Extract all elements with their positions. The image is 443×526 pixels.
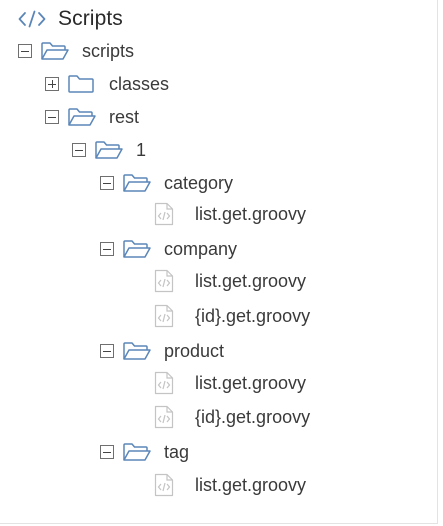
tree-node-rest[interactable]: rest — [45, 103, 139, 131]
folder-closed-icon — [68, 75, 94, 93]
folder-label: product — [164, 340, 225, 361]
folder-label: 1 — [136, 139, 147, 160]
file-label: list.get.groovy — [195, 270, 307, 291]
scripts-panel: Scripts scripts classes rest 1 category … — [0, 0, 438, 524]
folder-open-icon — [123, 443, 151, 461]
tree-file[interactable]: list.get.groovy — [154, 471, 306, 499]
tree-node-1[interactable]: 1 — [72, 136, 146, 164]
file-label: list.get.groovy — [195, 474, 307, 495]
folder-label: scripts — [82, 40, 135, 61]
file-label: {id}.get.groovy — [195, 305, 311, 326]
code-brackets-icon — [18, 10, 46, 28]
code-file-icon — [154, 202, 174, 226]
code-file-icon — [154, 269, 174, 293]
tree-file[interactable]: list.get.groovy — [154, 369, 306, 397]
expand-toggle[interactable] — [45, 77, 59, 91]
folder-label: rest — [109, 106, 140, 127]
tree-node-tag[interactable]: tag — [100, 438, 189, 466]
code-file-icon — [154, 304, 174, 328]
folder-open-icon — [123, 174, 151, 192]
tree-node-company[interactable]: company — [100, 235, 237, 263]
collapse-toggle[interactable] — [45, 110, 59, 124]
code-file-icon — [154, 371, 174, 395]
tree-file[interactable]: {id}.get.groovy — [154, 302, 310, 330]
collapse-toggle[interactable] — [18, 44, 32, 58]
code-file-icon — [154, 473, 174, 497]
folder-open-icon — [68, 108, 96, 126]
file-label: list.get.groovy — [195, 203, 307, 224]
collapse-toggle[interactable] — [100, 344, 114, 358]
tree-node-product[interactable]: product — [100, 337, 224, 365]
panel-title: Scripts — [58, 7, 123, 30]
folder-open-icon — [95, 141, 123, 159]
tree-file[interactable]: list.get.groovy — [154, 200, 306, 228]
folder-open-icon — [123, 240, 151, 258]
code-file-icon — [154, 405, 174, 429]
folder-open-icon — [41, 42, 69, 60]
tree-file[interactable]: {id}.get.groovy — [154, 403, 310, 431]
collapse-toggle[interactable] — [100, 445, 114, 459]
folder-label: company — [164, 238, 238, 259]
file-label: list.get.groovy — [195, 372, 307, 393]
folder-open-icon — [123, 342, 151, 360]
file-label: {id}.get.groovy — [195, 406, 311, 427]
collapse-toggle[interactable] — [100, 242, 114, 256]
tree-file[interactable]: list.get.groovy — [154, 267, 306, 295]
collapse-toggle[interactable] — [100, 176, 114, 190]
tree-node-classes[interactable]: classes — [45, 70, 169, 98]
collapse-toggle[interactable] — [72, 143, 86, 157]
tree-node-scripts[interactable]: scripts — [18, 37, 134, 65]
tree-node-category[interactable]: category — [100, 169, 233, 197]
folder-label: category — [164, 172, 234, 193]
folder-label: tag — [164, 441, 190, 462]
folder-label: classes — [109, 73, 170, 94]
panel-header: Scripts — [18, 5, 123, 33]
